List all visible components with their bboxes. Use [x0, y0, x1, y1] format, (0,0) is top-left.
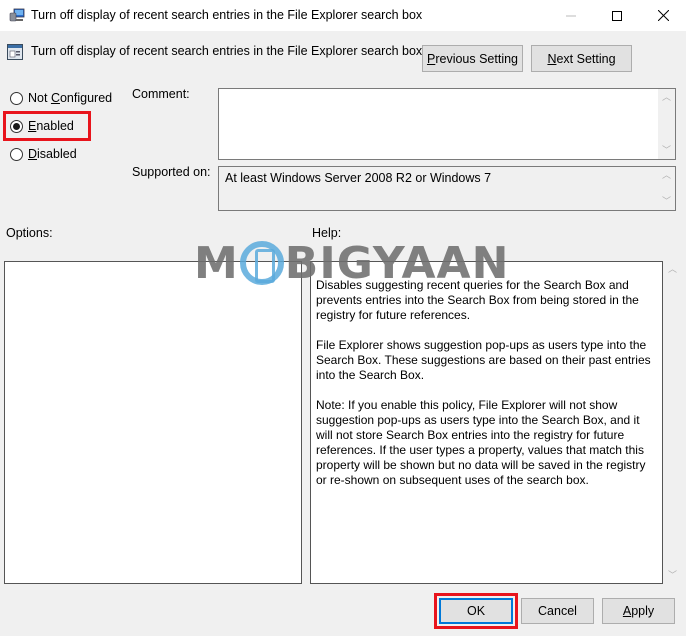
comment-label: Comment: [132, 87, 190, 101]
radio-enabled[interactable]: Enabled [10, 119, 74, 133]
close-button[interactable] [640, 0, 686, 31]
title-bar: Turn off display of recent search entrie… [0, 0, 686, 31]
supported-on-value: At least Windows Server 2008 R2 or Windo… [225, 171, 492, 185]
previous-setting-button[interactable]: Previous Setting [422, 45, 523, 72]
help-paragraph: Note: If you enable this policy, File Ex… [316, 398, 646, 487]
radio-circle[interactable] [10, 147, 23, 161]
next-setting-button[interactable]: Next Setting [531, 45, 632, 72]
next-setting-label: ext Setting [556, 51, 616, 66]
help-label: Help: [312, 226, 342, 240]
radio-label: Enabled [28, 119, 74, 133]
chevron-down-icon[interactable]: ﹀ [662, 146, 671, 155]
chevron-up-icon[interactable]: ︿ [662, 171, 671, 180]
options-label: Options: [6, 226, 53, 240]
supported-on-label: Supported on: [132, 165, 211, 179]
chevron-down-icon[interactable]: ﹀ [668, 571, 677, 580]
maximize-icon [612, 10, 622, 21]
window-title: Turn off display of recent search entrie… [31, 8, 423, 22]
help-paragraph: File Explorer shows suggestion pop-ups a… [316, 338, 651, 382]
policy-title: Turn off display of recent search entrie… [31, 44, 423, 58]
radio-disabled[interactable]: Disabled [10, 147, 77, 161]
radio-not-configured[interactable]: Not Configured [10, 91, 112, 105]
cancel-button[interactable]: Cancel [521, 598, 594, 624]
help-scrollbar[interactable]: ︿ ﹀ [664, 261, 681, 584]
policy-setting-icon [7, 44, 23, 60]
help-panel: Disables suggesting recent queries for t… [310, 261, 663, 584]
close-icon [657, 10, 669, 21]
minimize-icon [566, 15, 576, 16]
comment-scrollbar[interactable]: ︿ ﹀ [658, 89, 675, 159]
radio-circle-selected[interactable] [10, 119, 23, 133]
options-panel [4, 261, 302, 584]
ok-button[interactable]: OK [439, 598, 513, 624]
previous-setting-label: revious Setting [435, 51, 519, 66]
supported-scrollbar[interactable]: ︿ ﹀ [658, 167, 675, 210]
previous-setting-accel: P [426, 51, 436, 66]
next-setting-accel: N [547, 51, 557, 66]
radio-circle[interactable] [10, 91, 23, 105]
radio-label: Not Configured [28, 91, 113, 105]
apply-button[interactable]: Apply [602, 598, 675, 624]
apply-accel: A [622, 604, 632, 618]
help-paragraph: Disables suggesting recent queries for t… [316, 278, 639, 322]
radio-label: Disabled [28, 147, 77, 161]
chevron-up-icon[interactable]: ︿ [668, 265, 677, 274]
apply-label: pply [631, 604, 655, 618]
chevron-down-icon[interactable]: ﹀ [662, 197, 671, 206]
supported-on-field: At least Windows Server 2008 R2 or Windo… [218, 166, 676, 211]
policy-computer-icon [9, 8, 25, 22]
minimize-button[interactable] [548, 0, 594, 31]
chevron-up-icon[interactable]: ︿ [662, 93, 671, 102]
maximize-button[interactable] [594, 0, 640, 31]
comment-textarea[interactable]: ︿ ﹀ [218, 88, 676, 160]
